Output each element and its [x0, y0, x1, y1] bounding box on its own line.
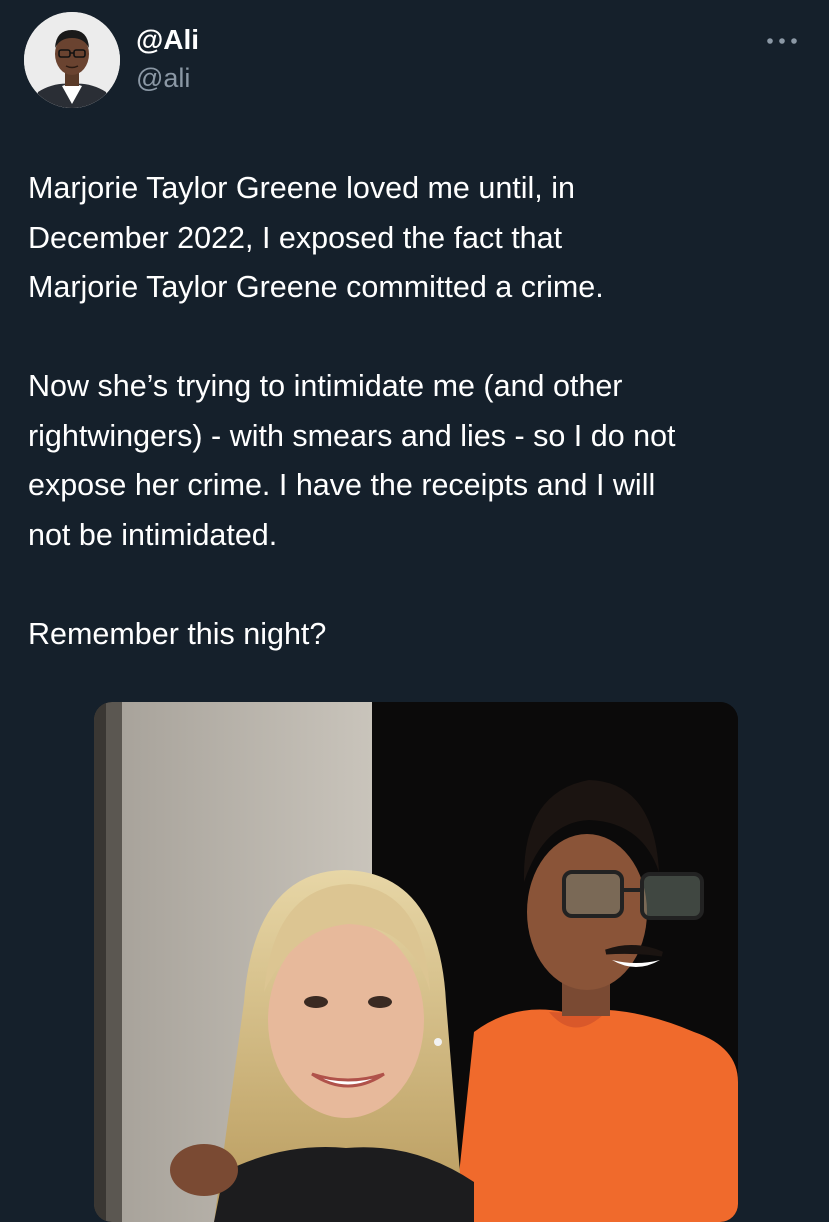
avatar-photo-icon	[24, 12, 120, 108]
display-name[interactable]: @Ali	[136, 24, 199, 56]
tweet-line: Remember this night?	[28, 616, 327, 651]
tweet-line: December 2022, I exposed the fact that	[28, 220, 563, 255]
tweet-line: expose her crime. I have the receipts an…	[28, 468, 656, 502]
more-horizontal-icon	[767, 38, 797, 44]
tweet-line: Marjorie Taylor Greene loved me until, i…	[28, 171, 575, 205]
more-options-button[interactable]	[760, 26, 804, 56]
photo-two-people-icon	[94, 702, 738, 1222]
tweet-photo[interactable]	[94, 702, 738, 1222]
tweet-line: not be intimidated.	[28, 517, 278, 552]
tweet-line: Marjorie Taylor Greene committed a crime…	[28, 270, 604, 304]
tweet: @Ali @ali Marjorie Taylor Greene loved m…	[0, 0, 829, 1222]
user-avatar[interactable]	[24, 12, 120, 108]
tweet-line: rightwingers) - with smears and lies - s…	[28, 418, 676, 453]
tweet-line: Now she’s trying to intimidate me (and o…	[28, 369, 623, 403]
user-handle[interactable]: @ali	[136, 62, 190, 94]
tweet-text: Marjorie Taylor Greene loved me until, i…	[28, 164, 808, 659]
